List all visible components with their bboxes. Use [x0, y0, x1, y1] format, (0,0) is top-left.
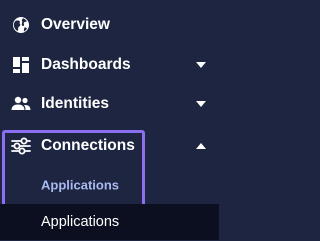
nav-item-label: Identities: [41, 95, 110, 112]
subnav-section-label: Applications: [41, 177, 120, 193]
nav-item-connections[interactable]: Connections: [0, 126, 219, 166]
nav-item-label: Overview: [41, 16, 110, 33]
dashboard-icon: [11, 55, 31, 75]
chevron-up-icon[interactable]: [196, 143, 206, 149]
nav-item-overview[interactable]: Overview: [0, 5, 219, 45]
nav-item-label: Dashboards: [41, 56, 131, 73]
nav-item-identities[interactable]: Identities: [0, 84, 219, 124]
subnav-item-label: Applications: [41, 214, 120, 230]
chevron-down-icon[interactable]: [196, 101, 206, 107]
sliders-icon: [11, 136, 31, 156]
nav-item-label: Connections: [41, 137, 135, 154]
subnav-item-applications[interactable]: Applications: [0, 204, 219, 240]
globe-icon: [11, 15, 31, 35]
subnav-section-header: Applications: [0, 172, 219, 198]
users-icon: [11, 94, 31, 114]
nav-item-dashboards[interactable]: Dashboards: [0, 45, 219, 85]
chevron-down-icon[interactable]: [196, 62, 206, 68]
